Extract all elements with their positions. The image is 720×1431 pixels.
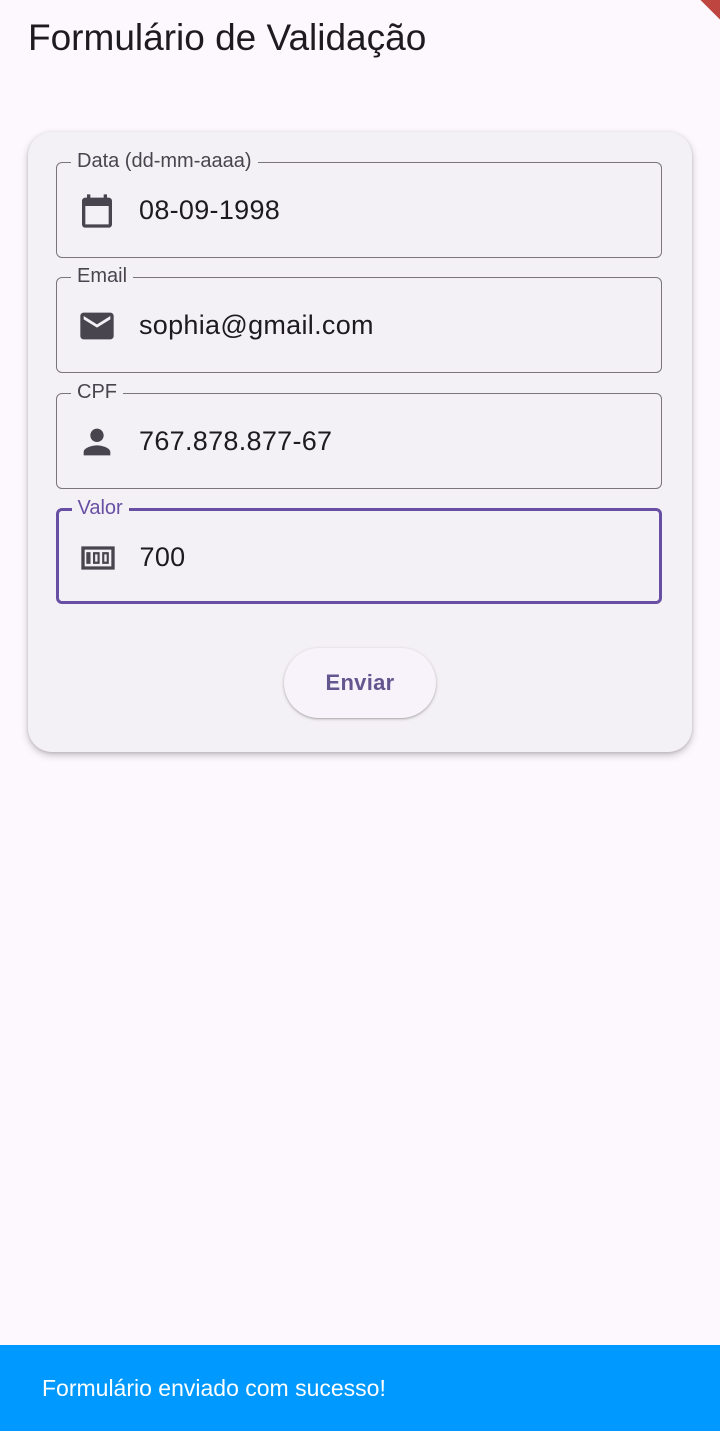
- person-icon: [83, 428, 111, 456]
- success-snackbar: Formulário enviado com sucesso!: [0, 1345, 720, 1431]
- valor-field[interactable]: Valor 700: [56, 495, 662, 604]
- calendar-icon: [82, 194, 112, 228]
- date-field-label: Data (dd-mm-aaaa): [71, 149, 258, 173]
- cpf-field-label: CPF: [71, 380, 123, 404]
- submit-button[interactable]: Enviar: [284, 648, 436, 718]
- date-field[interactable]: Data (dd-mm-aaaa) 08-09-1998: [56, 149, 662, 258]
- form-card: Data (dd-mm-aaaa) 08-09-1998 Email sophi…: [28, 132, 692, 752]
- cpf-field[interactable]: CPF 767.878.877-67: [56, 380, 662, 489]
- date-input[interactable]: 08-09-1998: [139, 193, 280, 227]
- cpf-input[interactable]: 767.878.877-67: [139, 424, 332, 458]
- email-field-label: Email: [71, 264, 134, 288]
- valor-field-label: Valor: [71, 495, 129, 520]
- money-icon: [80, 545, 115, 570]
- debug-banner: [680, 0, 720, 30]
- page-title: Formulário de Validação: [28, 17, 427, 58]
- valor-input[interactable]: 700: [140, 540, 186, 574]
- email-field[interactable]: Email sophia@gmail.com: [56, 264, 662, 373]
- email-icon: [80, 312, 114, 340]
- email-input[interactable]: sophia@gmail.com: [139, 308, 374, 342]
- snackbar-message: Formulário enviado com sucesso!: [42, 1375, 386, 1401]
